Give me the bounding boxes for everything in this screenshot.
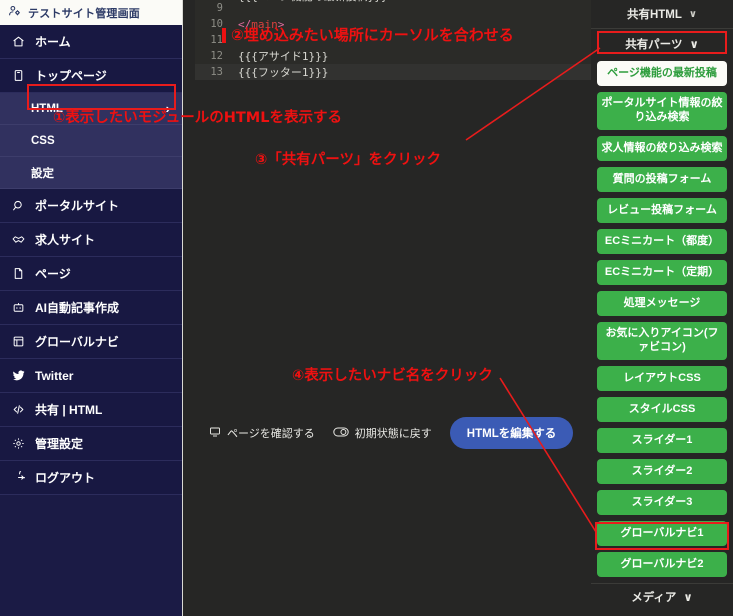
chevron-down-icon: ∨ (689, 39, 699, 51)
line-text: {{{フッター1}}} (238, 66, 329, 79)
nav-icon (11, 335, 26, 348)
sidebar-item-shared-html[interactable]: 共有 | HTML (0, 393, 182, 427)
sidebar-item-label: ログアウト (35, 471, 96, 485)
document-icon (11, 69, 26, 82)
line-number: 12 (210, 50, 223, 62)
annotation-step-3: ③「共有パーツ」をクリック (255, 152, 441, 168)
part-button-portal-filter[interactable]: ポータルサイト情報の絞り込み検索 (597, 92, 727, 130)
part-button-style-css[interactable]: スタイルCSS (597, 397, 727, 422)
cursor-caret-icon (222, 28, 226, 43)
line-text: {{{ページ機能の最新投稿}}} (232, 0, 388, 4)
chevron-down-icon: ∨ (683, 592, 693, 604)
part-button-job-filter[interactable]: 求人情報の絞り込み検索 (597, 136, 727, 161)
part-button-latest-posts[interactable]: ページ機能の最新投稿 (597, 61, 727, 86)
sidebar-item-ai-article[interactable]: AI自動記事作成 (0, 291, 182, 325)
part-button-global-nav-1[interactable]: グローバルナビ1 (597, 521, 727, 546)
media-label: メディア (631, 592, 677, 604)
sidebar-item-label: トップページ (35, 69, 107, 83)
sidebar-item-admin-settings[interactable]: 管理設定 (0, 427, 182, 461)
preview-page-label: ページを確認する (227, 428, 315, 440)
right-panel: 共有HTML ∨ 共有パーツ ∨ ページ機能の最新投稿 ポータルサイト情報の絞り… (591, 0, 733, 616)
shared-parts-section[interactable]: 共有パーツ ∨ (595, 31, 729, 57)
sidebar-brand: テストサイト管理画面 (0, 0, 182, 25)
code-line-current: 13 {{{フッター1}}} (195, 64, 591, 80)
sidebar-item-label: ホーム (35, 35, 71, 49)
annotation-step-1: ①表示したいモジュールのHTMLを表示する (53, 110, 342, 126)
shared-html-header[interactable]: 共有HTML ∨ (591, 0, 733, 29)
sidebar-item-label: ページ (35, 267, 71, 281)
sidebar-item-label: 共有 | HTML (35, 403, 103, 417)
brand-title: テストサイト管理画面 (28, 7, 140, 20)
line-text: {{{アサイド1}}} (238, 50, 329, 63)
preview-page-button[interactable]: ページを確認する (209, 425, 315, 441)
robot-icon (11, 301, 26, 314)
part-button-layout-css[interactable]: レイアウトCSS (597, 366, 727, 391)
edit-html-button[interactable]: HTMLを編集する (449, 417, 574, 449)
part-button-question-form[interactable]: 質問の投稿フォーム (597, 167, 727, 192)
reset-state-label: 初期状態に戻す (354, 428, 432, 440)
sidebar-item-label: Twitter (35, 368, 74, 383)
annotation-step-4: ④表示したいナビ名をクリック (292, 368, 493, 384)
handshake-icon (11, 233, 26, 246)
sidebar-item-label: 管理設定 (35, 437, 84, 451)
monitor-icon (209, 426, 221, 441)
user-settings-icon (8, 4, 21, 22)
editor-toolbar: ページを確認する 初期状態に戻す HTMLを編集する (195, 408, 591, 458)
part-button-review-form[interactable]: レビュー投稿フォーム (597, 198, 727, 223)
sidebar-item-pages[interactable]: ページ (0, 257, 182, 291)
part-button-slider-3[interactable]: スライダー3 (597, 490, 727, 515)
part-button-global-nav-2[interactable]: グローバルナビ2 (597, 552, 727, 577)
page-icon (11, 267, 26, 280)
part-button-process-message[interactable]: 処理メッセージ (597, 291, 727, 316)
sidebar-item-job-site[interactable]: 求人サイト (0, 223, 182, 257)
sidebar-subitem-css[interactable]: CSS (0, 125, 182, 157)
media-section[interactable]: メディア ∨ (591, 583, 733, 610)
gear-icon (11, 437, 26, 450)
sidebar-item-toppage[interactable]: トップページ (0, 59, 182, 93)
part-button-ec-minicart-subscription[interactable]: ECミニカート（定期） (597, 260, 727, 285)
sidebar-subitem-label: 設定 (31, 167, 54, 180)
sidebar-item-logout[interactable]: ログアウト (0, 461, 182, 495)
line-number: 13 (210, 66, 223, 78)
sidebar-item-global-nav[interactable]: グローバルナビ (0, 325, 182, 359)
annotation-step-2-label: ②埋め込みたい場所にカーソルを合わせる (231, 26, 514, 44)
sidebar-item-portal-site[interactable]: ポータルサイト (0, 189, 182, 223)
shared-parts-list: ページ機能の最新投稿 ポータルサイト情報の絞り込み検索 求人情報の絞り込み検索 … (591, 61, 733, 577)
sidebar-item-home[interactable]: ホーム (0, 25, 182, 59)
part-button-slider-2[interactable]: スライダー2 (597, 459, 727, 484)
search-icon (11, 199, 26, 212)
code-icon (11, 403, 26, 416)
sidebar-item-label: ポータルサイト (35, 199, 120, 213)
sidebar-nav: ホーム トップページ HTML › CSS 設定 ポータルサイト 求人サイト ペ… (0, 25, 182, 495)
logout-icon (11, 471, 26, 484)
part-button-slider-1[interactable]: スライダー1 (597, 428, 727, 453)
home-icon (11, 35, 26, 48)
part-button-ec-minicart-onetime[interactable]: ECミニカート（都度） (597, 229, 727, 254)
line-number: 9 (216, 2, 223, 14)
sidebar-item-label: グローバルナビ (35, 335, 119, 349)
annotation-step-2: ②埋め込みたい場所にカーソルを合わせる (222, 24, 514, 45)
part-button-favicon[interactable]: お気に入りアイコン(ファビコン) (597, 322, 727, 360)
shared-html-label: 共有HTML (626, 9, 682, 21)
code-line: 12 {{{アサイド1}}} (195, 48, 591, 64)
sidebar-item-twitter[interactable]: Twitter (0, 359, 182, 393)
shared-parts-label: 共有パーツ (625, 39, 683, 51)
sidebar-subitem-label: CSS (31, 134, 55, 147)
sidebar-item-label: AI自動記事作成 (35, 301, 120, 315)
sidebar-item-label: 求人サイト (35, 233, 96, 247)
toggle-icon (333, 426, 349, 441)
left-sidebar: テストサイト管理画面 ホーム トップページ HTML › CSS 設定 ポータル… (0, 0, 183, 616)
chevron-down-icon: ∨ (688, 8, 698, 20)
reset-state-button[interactable]: 初期状態に戻す (333, 425, 432, 441)
twitter-icon (11, 369, 26, 382)
sidebar-subitem-settings[interactable]: 設定 (0, 157, 182, 189)
app-root: テストサイト管理画面 ホーム トップページ HTML › CSS 設定 ポータル… (0, 0, 733, 616)
